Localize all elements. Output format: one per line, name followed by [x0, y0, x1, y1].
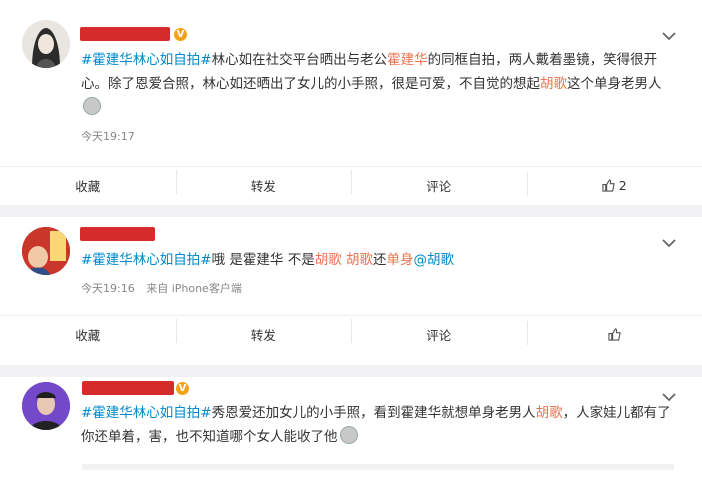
divider	[0, 365, 702, 377]
post-text: 这个单身老男人	[567, 76, 662, 92]
post-time[interactable]: 今天19:17	[81, 128, 135, 144]
collect-button[interactable]: 收藏	[0, 176, 176, 195]
mention-link[interactable]: 单身	[387, 252, 414, 268]
repost-button[interactable]: 转发	[175, 169, 352, 195]
mention-link[interactable]: 胡歌	[540, 76, 567, 92]
redacted-username[interactable]	[82, 381, 174, 395]
action-bar: 收藏 转发 评论 2	[0, 166, 702, 203]
chevron-down-icon[interactable]	[662, 26, 676, 45]
emoji-icon	[83, 97, 101, 115]
verified-badge-icon: V	[174, 28, 187, 41]
comment-button[interactable]: 评论	[351, 318, 527, 344]
avatar[interactable]	[22, 227, 70, 275]
post-card-2: #霍建华林心如自拍#哦 是霍建华 不是胡歌 胡歌还单身@胡歌 今天19:16 来…	[0, 217, 702, 365]
post-content: #霍建华林心如自拍#林心如在社交平台晒出与老公霍建华的同框自拍，两人戴着墨镜，笑…	[81, 48, 681, 120]
post-content: #霍建华林心如自拍#秀恩爱还加女儿的小手照，看到霍建华就想单身老男人胡歌，人家娃…	[81, 401, 681, 449]
mention-link[interactable]: 胡歌	[346, 252, 373, 268]
like-count: 2	[618, 177, 627, 193]
like-button[interactable]	[526, 320, 702, 345]
post-text: 林心如在社交平台晒出与老公	[211, 52, 388, 68]
hashtag-link[interactable]: #霍建华林心如自拍#	[81, 405, 212, 421]
emoji-icon	[339, 426, 358, 444]
post-card-3: V #霍建华林心如自拍#秀恩爱还加女儿的小手照，看到霍建华就想单身老男人胡歌，人…	[0, 377, 702, 480]
post-time[interactable]: 今天19:16	[81, 282, 135, 295]
avatar[interactable]	[22, 20, 70, 68]
post-text: 哦 是霍建华 不是	[211, 252, 315, 268]
redacted-username[interactable]	[80, 27, 170, 41]
post-text: 秀恩爱还加女儿的小手照，看到霍建华就想单身老男人	[211, 405, 536, 421]
avatar[interactable]	[22, 382, 70, 430]
mention-link[interactable]: 胡歌	[315, 252, 342, 268]
thumbs-up-icon	[608, 327, 621, 341]
at-mention-link[interactable]: @胡歌	[414, 252, 455, 268]
thumbs-up-icon	[602, 178, 615, 192]
post-text: 还	[373, 252, 387, 268]
collect-button[interactable]: 收藏	[0, 325, 176, 344]
post-source[interactable]: 来自 iPhone客户端	[146, 282, 242, 295]
like-button[interactable]: 2	[526, 171, 702, 196]
verified-badge-icon: V	[176, 382, 189, 395]
mention-link[interactable]: 胡歌	[536, 405, 563, 421]
post-meta: 今天19:16 来自 iPhone客户端	[81, 280, 242, 296]
repost-button[interactable]: 转发	[175, 318, 352, 344]
hashtag-link[interactable]: #霍建华林心如自拍#	[81, 52, 212, 68]
post-content: #霍建华林心如自拍#哦 是霍建华 不是胡歌 胡歌还单身@胡歌	[81, 248, 681, 272]
action-bar: 收藏 转发 评论	[0, 315, 702, 352]
comment-button[interactable]: 评论	[351, 169, 527, 195]
redacted-username[interactable]	[80, 227, 155, 241]
hashtag-link[interactable]: #霍建华林心如自拍#	[81, 252, 212, 268]
mention-link[interactable]: 霍建华	[387, 52, 428, 68]
divider	[0, 205, 702, 217]
comment-box-edge	[82, 464, 674, 470]
post-card-1: V #霍建华林心如自拍#林心如在社交平台晒出与老公霍建华的同框自拍，两人戴着墨镜…	[0, 0, 702, 205]
